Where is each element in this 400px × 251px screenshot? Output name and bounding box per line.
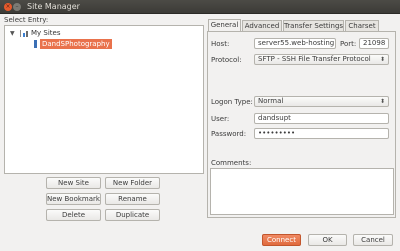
password-label: Password:: [211, 130, 247, 138]
tree-root-my-sites[interactable]: My Sites: [31, 29, 61, 37]
window-title: Site Manager: [27, 2, 80, 11]
cancel-button[interactable]: Cancel: [353, 234, 393, 246]
site-folder-icon: [20, 30, 29, 37]
password-input[interactable]: •••••••••: [254, 128, 389, 139]
comments-textarea[interactable]: [210, 168, 394, 215]
port-input[interactable]: 21098: [359, 38, 389, 49]
user-label: User:: [211, 115, 230, 123]
dropdown-arrow-icon: ⬍: [379, 56, 385, 63]
new-bookmark-button[interactable]: New Bookmark: [46, 193, 101, 205]
protocol-select[interactable]: SFTP - SSH File Transfer Protocol ⬍: [254, 54, 389, 65]
delete-button[interactable]: Delete: [46, 209, 101, 221]
logon-type-label: Logon Type:: [211, 98, 253, 106]
dropdown-arrow-icon: ⬍: [379, 98, 385, 105]
protocol-select-value: SFTP - SSH File Transfer Protocol: [258, 55, 371, 63]
expand-arrow-icon[interactable]: ▼: [10, 30, 15, 37]
server-icon: [33, 40, 38, 48]
new-site-button[interactable]: New Site: [46, 177, 101, 189]
logon-type-select-value: Normal: [258, 97, 284, 105]
duplicate-button[interactable]: Duplicate: [105, 209, 160, 221]
close-window-button[interactable]: ×: [4, 3, 12, 11]
host-input[interactable]: server55.web-hosting.com: [254, 38, 336, 49]
tree-item-site-label[interactable]: DandSPhotography: [40, 39, 112, 49]
connect-button[interactable]: Connect: [262, 234, 301, 246]
port-label: Port:: [340, 40, 357, 48]
logon-type-select[interactable]: Normal ⬍: [254, 96, 389, 107]
ok-button[interactable]: OK: [308, 234, 347, 246]
host-label: Host:: [211, 40, 230, 48]
user-input[interactable]: dandsupt: [254, 113, 389, 124]
tree-item-site[interactable]: DandSPhotography: [33, 39, 112, 49]
rename-button[interactable]: Rename: [105, 193, 160, 205]
minimize-window-button[interactable]: –: [13, 3, 21, 11]
protocol-label: Protocol:: [211, 56, 242, 64]
site-tree[interactable]: ▼ My Sites DandSPhotography: [4, 25, 204, 174]
title-bar: × – Site Manager: [0, 0, 400, 14]
new-folder-button[interactable]: New Folder: [105, 177, 160, 189]
select-entry-label: Select Entry:: [4, 16, 49, 24]
comments-label: Comments:: [211, 159, 252, 167]
